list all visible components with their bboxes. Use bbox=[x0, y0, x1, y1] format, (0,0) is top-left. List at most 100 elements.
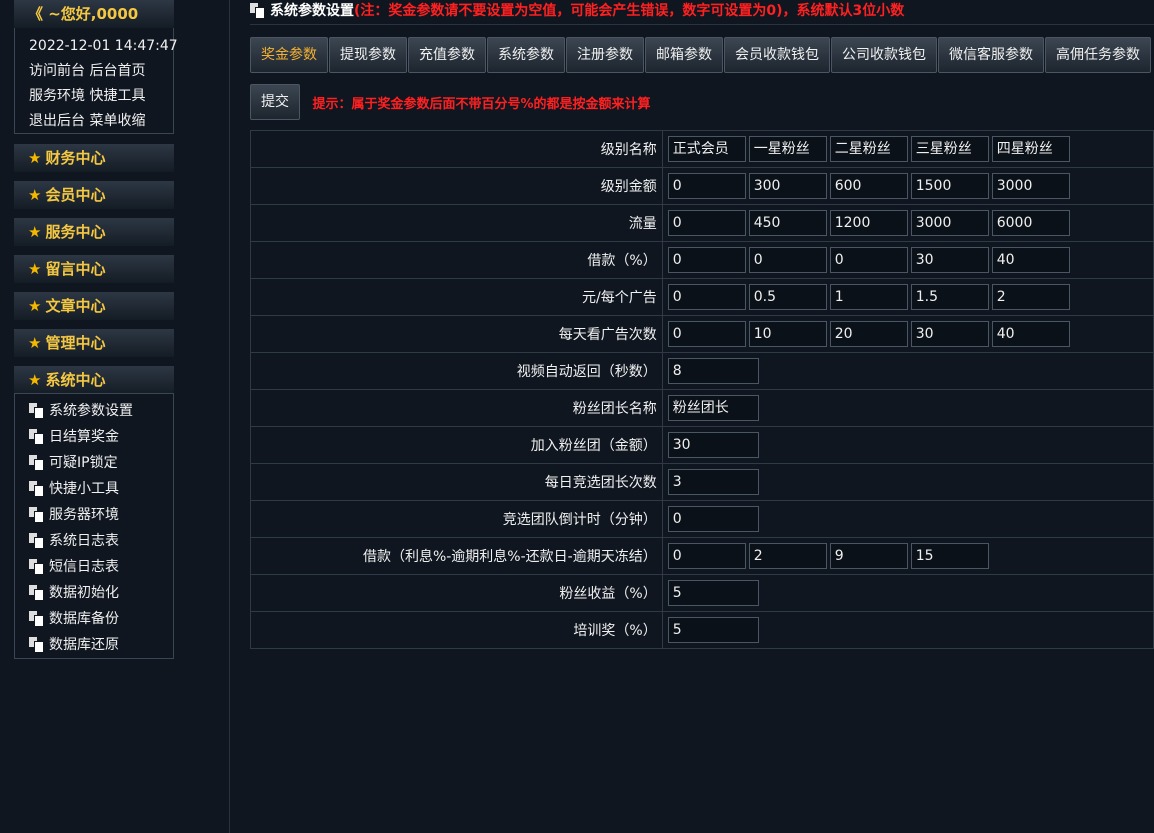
tab-withdraw-params[interactable]: 提现参数 bbox=[329, 37, 407, 73]
submenu-quick-tools[interactable]: 快捷小工具 bbox=[15, 476, 173, 502]
loan-percent-input[interactable] bbox=[748, 247, 827, 273]
tab-high-commission[interactable]: 高佣任务参数 bbox=[1045, 37, 1151, 73]
election-countdown-input[interactable] bbox=[667, 506, 759, 532]
document-icon bbox=[29, 403, 43, 418]
loan-overdue-interest-input[interactable] bbox=[748, 543, 827, 569]
table-row: 借款（%） bbox=[250, 241, 1154, 279]
daily-ad-views-input[interactable] bbox=[910, 321, 989, 347]
tab-wechat-service[interactable]: 微信客服参数 bbox=[938, 37, 1044, 73]
tab-email-params[interactable]: 邮箱参数 bbox=[645, 37, 723, 73]
menu-system[interactable]: ★ 系统中心 bbox=[14, 366, 174, 394]
collapse-menu-link[interactable]: 菜单收缩 bbox=[89, 113, 145, 129]
menu-management[interactable]: ★ 管理中心 bbox=[14, 329, 174, 357]
daily-ad-views-input[interactable] bbox=[667, 321, 746, 347]
tab-system-params[interactable]: 系统参数 bbox=[487, 37, 565, 73]
level-amount-input[interactable] bbox=[667, 173, 746, 199]
per-ad-amount-input[interactable] bbox=[667, 284, 746, 310]
traffic-input[interactable] bbox=[829, 210, 908, 236]
traffic-input[interactable] bbox=[991, 210, 1070, 236]
row-label: 元/每个广告 bbox=[250, 278, 663, 316]
submenu-daily-settlement[interactable]: 日结算奖金 bbox=[15, 424, 173, 450]
per-ad-amount-input[interactable] bbox=[991, 284, 1070, 310]
level-name-input[interactable] bbox=[910, 136, 989, 162]
loan-repay-day-input[interactable] bbox=[829, 543, 908, 569]
loan-percent-input[interactable] bbox=[829, 247, 908, 273]
traffic-input[interactable] bbox=[748, 210, 827, 236]
menu-messages[interactable]: ★ 留言中心 bbox=[14, 255, 174, 283]
submenu-system-log[interactable]: 系统日志表 bbox=[15, 528, 173, 554]
fan-leader-name-input[interactable] bbox=[667, 395, 759, 421]
traffic-input[interactable] bbox=[910, 210, 989, 236]
daily-ad-views-input[interactable] bbox=[829, 321, 908, 347]
submit-button[interactable]: 提交 bbox=[250, 84, 300, 120]
menu-service[interactable]: ★ 服务中心 bbox=[14, 218, 174, 246]
level-amount-input[interactable] bbox=[829, 173, 908, 199]
submenu-suspicious-ip[interactable]: 可疑IP锁定 bbox=[15, 450, 173, 476]
menu-members[interactable]: ★ 会员中心 bbox=[14, 181, 174, 209]
loan-percent-input[interactable] bbox=[667, 247, 746, 273]
visit-frontend-link[interactable]: 访问前台 bbox=[29, 63, 85, 79]
document-icon bbox=[29, 507, 43, 522]
row-label: 培训奖（%） bbox=[250, 611, 663, 649]
document-icon bbox=[29, 429, 43, 444]
tab-company-wallet[interactable]: 公司收款钱包 bbox=[831, 37, 937, 73]
star-icon: ★ bbox=[28, 297, 42, 315]
loan-percent-input[interactable] bbox=[991, 247, 1070, 273]
tab-register-params[interactable]: 注册参数 bbox=[566, 37, 644, 73]
fan-income-percent-input[interactable] bbox=[667, 580, 759, 606]
star-icon: ★ bbox=[28, 260, 42, 278]
daily-election-count-input[interactable] bbox=[667, 469, 759, 495]
join-fan-group-amount-input[interactable] bbox=[667, 432, 759, 458]
table-row: 视频自动返回（秒数） bbox=[250, 352, 1154, 390]
per-ad-amount-input[interactable] bbox=[910, 284, 989, 310]
per-ad-amount-input[interactable] bbox=[829, 284, 908, 310]
system-submenu: 系统参数设置 日结算奖金 可疑IP锁定 快捷小工具 服务器环境 系统日志表 短信… bbox=[14, 393, 174, 659]
loan-interest-input[interactable] bbox=[667, 543, 746, 569]
submenu-server-env[interactable]: 服务器环境 bbox=[15, 502, 173, 528]
submenu-db-backup[interactable]: 数据库备份 bbox=[15, 606, 173, 632]
quick-links-row-3: 退出后台 菜单收缩 bbox=[15, 109, 173, 134]
submenu-data-init[interactable]: 数据初始化 bbox=[15, 580, 173, 606]
training-bonus-percent-input[interactable] bbox=[667, 617, 759, 643]
hint-text: 提示：属于奖金参数后面不带百分号%的都是按金额来计算 bbox=[312, 96, 651, 112]
tab-member-wallet[interactable]: 会员收款钱包 bbox=[724, 37, 830, 73]
submenu-sms-log[interactable]: 短信日志表 bbox=[15, 554, 173, 580]
level-name-input[interactable] bbox=[748, 136, 827, 162]
level-name-input[interactable] bbox=[667, 136, 746, 162]
level-name-input[interactable] bbox=[829, 136, 908, 162]
menu-finance[interactable]: ★ 财务中心 bbox=[14, 144, 174, 172]
logout-link[interactable]: 退出后台 bbox=[29, 113, 85, 129]
loan-freeze-days-input[interactable] bbox=[910, 543, 989, 569]
tab-bonus-params[interactable]: 奖金参数 bbox=[250, 37, 328, 73]
loan-percent-input[interactable] bbox=[910, 247, 989, 273]
submenu-system-params[interactable]: 系统参数设置 bbox=[15, 398, 173, 424]
quick-links-row-2: 服务环境 快捷工具 bbox=[15, 84, 173, 109]
traffic-input[interactable] bbox=[667, 210, 746, 236]
level-amount-input[interactable] bbox=[748, 173, 827, 199]
page-title-bar: 系统参数设置(注：奖金参数请不要设置为空值，可能会产生错误，数字可设置为0)，系… bbox=[250, 0, 1154, 25]
per-ad-amount-input[interactable] bbox=[748, 284, 827, 310]
video-return-seconds-input[interactable] bbox=[667, 358, 759, 384]
submenu-db-restore[interactable]: 数据库还原 bbox=[15, 632, 173, 658]
sidebar-info-panel: 2022-12-01 14:47:47 访问前台 后台首页 服务环境 快捷工具 … bbox=[14, 28, 178, 134]
document-icon bbox=[29, 481, 43, 496]
table-row: 每日竞选团长次数 bbox=[250, 463, 1154, 501]
document-icon bbox=[29, 611, 43, 626]
level-amount-input[interactable] bbox=[910, 173, 989, 199]
table-row: 级别金额 bbox=[250, 167, 1154, 205]
row-label: 借款（利息%-逾期利息%-还款日-逾期天冻结） bbox=[250, 537, 663, 575]
server-env-link[interactable]: 服务环境 bbox=[29, 88, 85, 104]
daily-ad-views-input[interactable] bbox=[991, 321, 1070, 347]
table-row: 培训奖（%） bbox=[250, 611, 1154, 649]
row-label: 竞选团队倒计时（分钟） bbox=[250, 500, 663, 538]
sidebar-greeting[interactable]: 《 ~您好,0000 bbox=[14, 0, 174, 28]
daily-ad-views-input[interactable] bbox=[748, 321, 827, 347]
quick-tools-link[interactable]: 快捷工具 bbox=[89, 88, 145, 104]
level-name-input[interactable] bbox=[991, 136, 1070, 162]
tab-recharge-params[interactable]: 充值参数 bbox=[408, 37, 486, 73]
main-content: 系统参数设置(注：奖金参数请不要设置为空值，可能会产生错误，数字可设置为0)，系… bbox=[250, 0, 1154, 833]
table-row: 粉丝团长名称 bbox=[250, 389, 1154, 427]
level-amount-input[interactable] bbox=[991, 173, 1070, 199]
admin-home-link[interactable]: 后台首页 bbox=[89, 63, 145, 79]
menu-articles[interactable]: ★ 文章中心 bbox=[14, 292, 174, 320]
